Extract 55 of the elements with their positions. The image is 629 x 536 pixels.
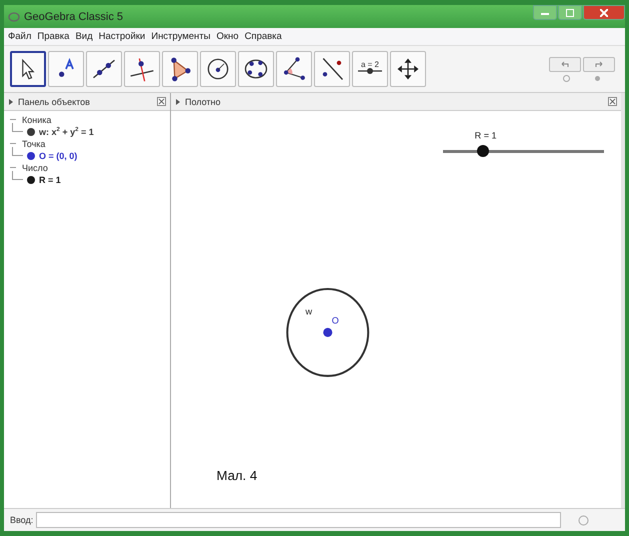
slider-tool-button[interactable]: a = 2 xyxy=(352,51,388,87)
move-tool-button[interactable] xyxy=(10,51,46,87)
object-dot[interactable] xyxy=(27,152,35,160)
close-button[interactable] xyxy=(583,5,625,20)
circle-tool-button[interactable] xyxy=(200,51,236,87)
slider-label: R = 1 xyxy=(474,130,497,140)
reflect-tool-button[interactable] xyxy=(314,51,350,87)
menu-item[interactable]: Инструменты xyxy=(151,31,210,42)
close-icon[interactable] xyxy=(608,97,617,106)
menu-item[interactable]: Окно xyxy=(216,31,239,42)
category-label[interactable]: Коника xyxy=(22,114,52,124)
close-icon xyxy=(600,8,608,16)
figure-caption: Мал. 4 xyxy=(216,468,258,484)
maximize-icon xyxy=(566,8,574,16)
point-marker[interactable] xyxy=(323,328,332,337)
close-icon[interactable] xyxy=(157,97,166,106)
menu-item[interactable]: Настройки xyxy=(98,31,146,42)
redo-icon xyxy=(594,60,604,68)
perpendicular-tool-button[interactable] xyxy=(124,51,160,87)
redo-button[interactable] xyxy=(583,56,615,72)
menu-item[interactable]: Файл xyxy=(8,31,32,42)
minimize-icon xyxy=(541,10,549,14)
window-title: GeoGebra Classic 5 xyxy=(24,10,124,22)
point-label: O xyxy=(332,315,339,326)
panel-title: Панель объектов xyxy=(18,96,90,106)
menu-item[interactable]: Справка xyxy=(244,31,282,42)
slider-thumb[interactable] xyxy=(477,145,490,157)
object-dot[interactable] xyxy=(27,128,35,136)
object-definition[interactable]: O = (0, 0) xyxy=(39,150,78,160)
app-logo-icon xyxy=(8,10,20,22)
undo-icon xyxy=(560,60,570,68)
category-label[interactable]: Число xyxy=(22,162,48,172)
circle-shape[interactable] xyxy=(286,288,370,377)
conic-tool-button[interactable] xyxy=(238,51,274,87)
slider-icon xyxy=(356,66,384,74)
maximize-button[interactable] xyxy=(558,5,582,20)
object-definition[interactable]: R = 1 xyxy=(39,174,61,184)
line-tool-button[interactable] xyxy=(86,51,122,87)
polygon-tool-button[interactable] xyxy=(162,51,198,87)
menu-item[interactable]: Вид xyxy=(75,31,93,42)
menu-item[interactable]: Правка xyxy=(37,31,70,42)
angle-tool-button[interactable] xyxy=(276,51,312,87)
object-definition[interactable]: w: x$^{2}$ + y$^{2}$ = 1 xyxy=(39,126,94,136)
category-label[interactable]: Точка xyxy=(22,138,46,148)
object-dot[interactable] xyxy=(27,176,35,184)
point-tool-button[interactable] xyxy=(48,51,84,87)
minimize-button[interactable] xyxy=(533,5,557,20)
undo-button[interactable] xyxy=(549,56,581,72)
input-field[interactable] xyxy=(36,512,562,528)
collapse-triangle-icon[interactable] xyxy=(8,98,14,104)
panel-title: Полотно xyxy=(185,96,221,106)
move-view-tool-button[interactable] xyxy=(390,51,426,87)
collapse-triangle-icon[interactable] xyxy=(175,98,181,104)
circle-label: w xyxy=(306,306,312,316)
input-label: Ввод: xyxy=(10,515,34,525)
